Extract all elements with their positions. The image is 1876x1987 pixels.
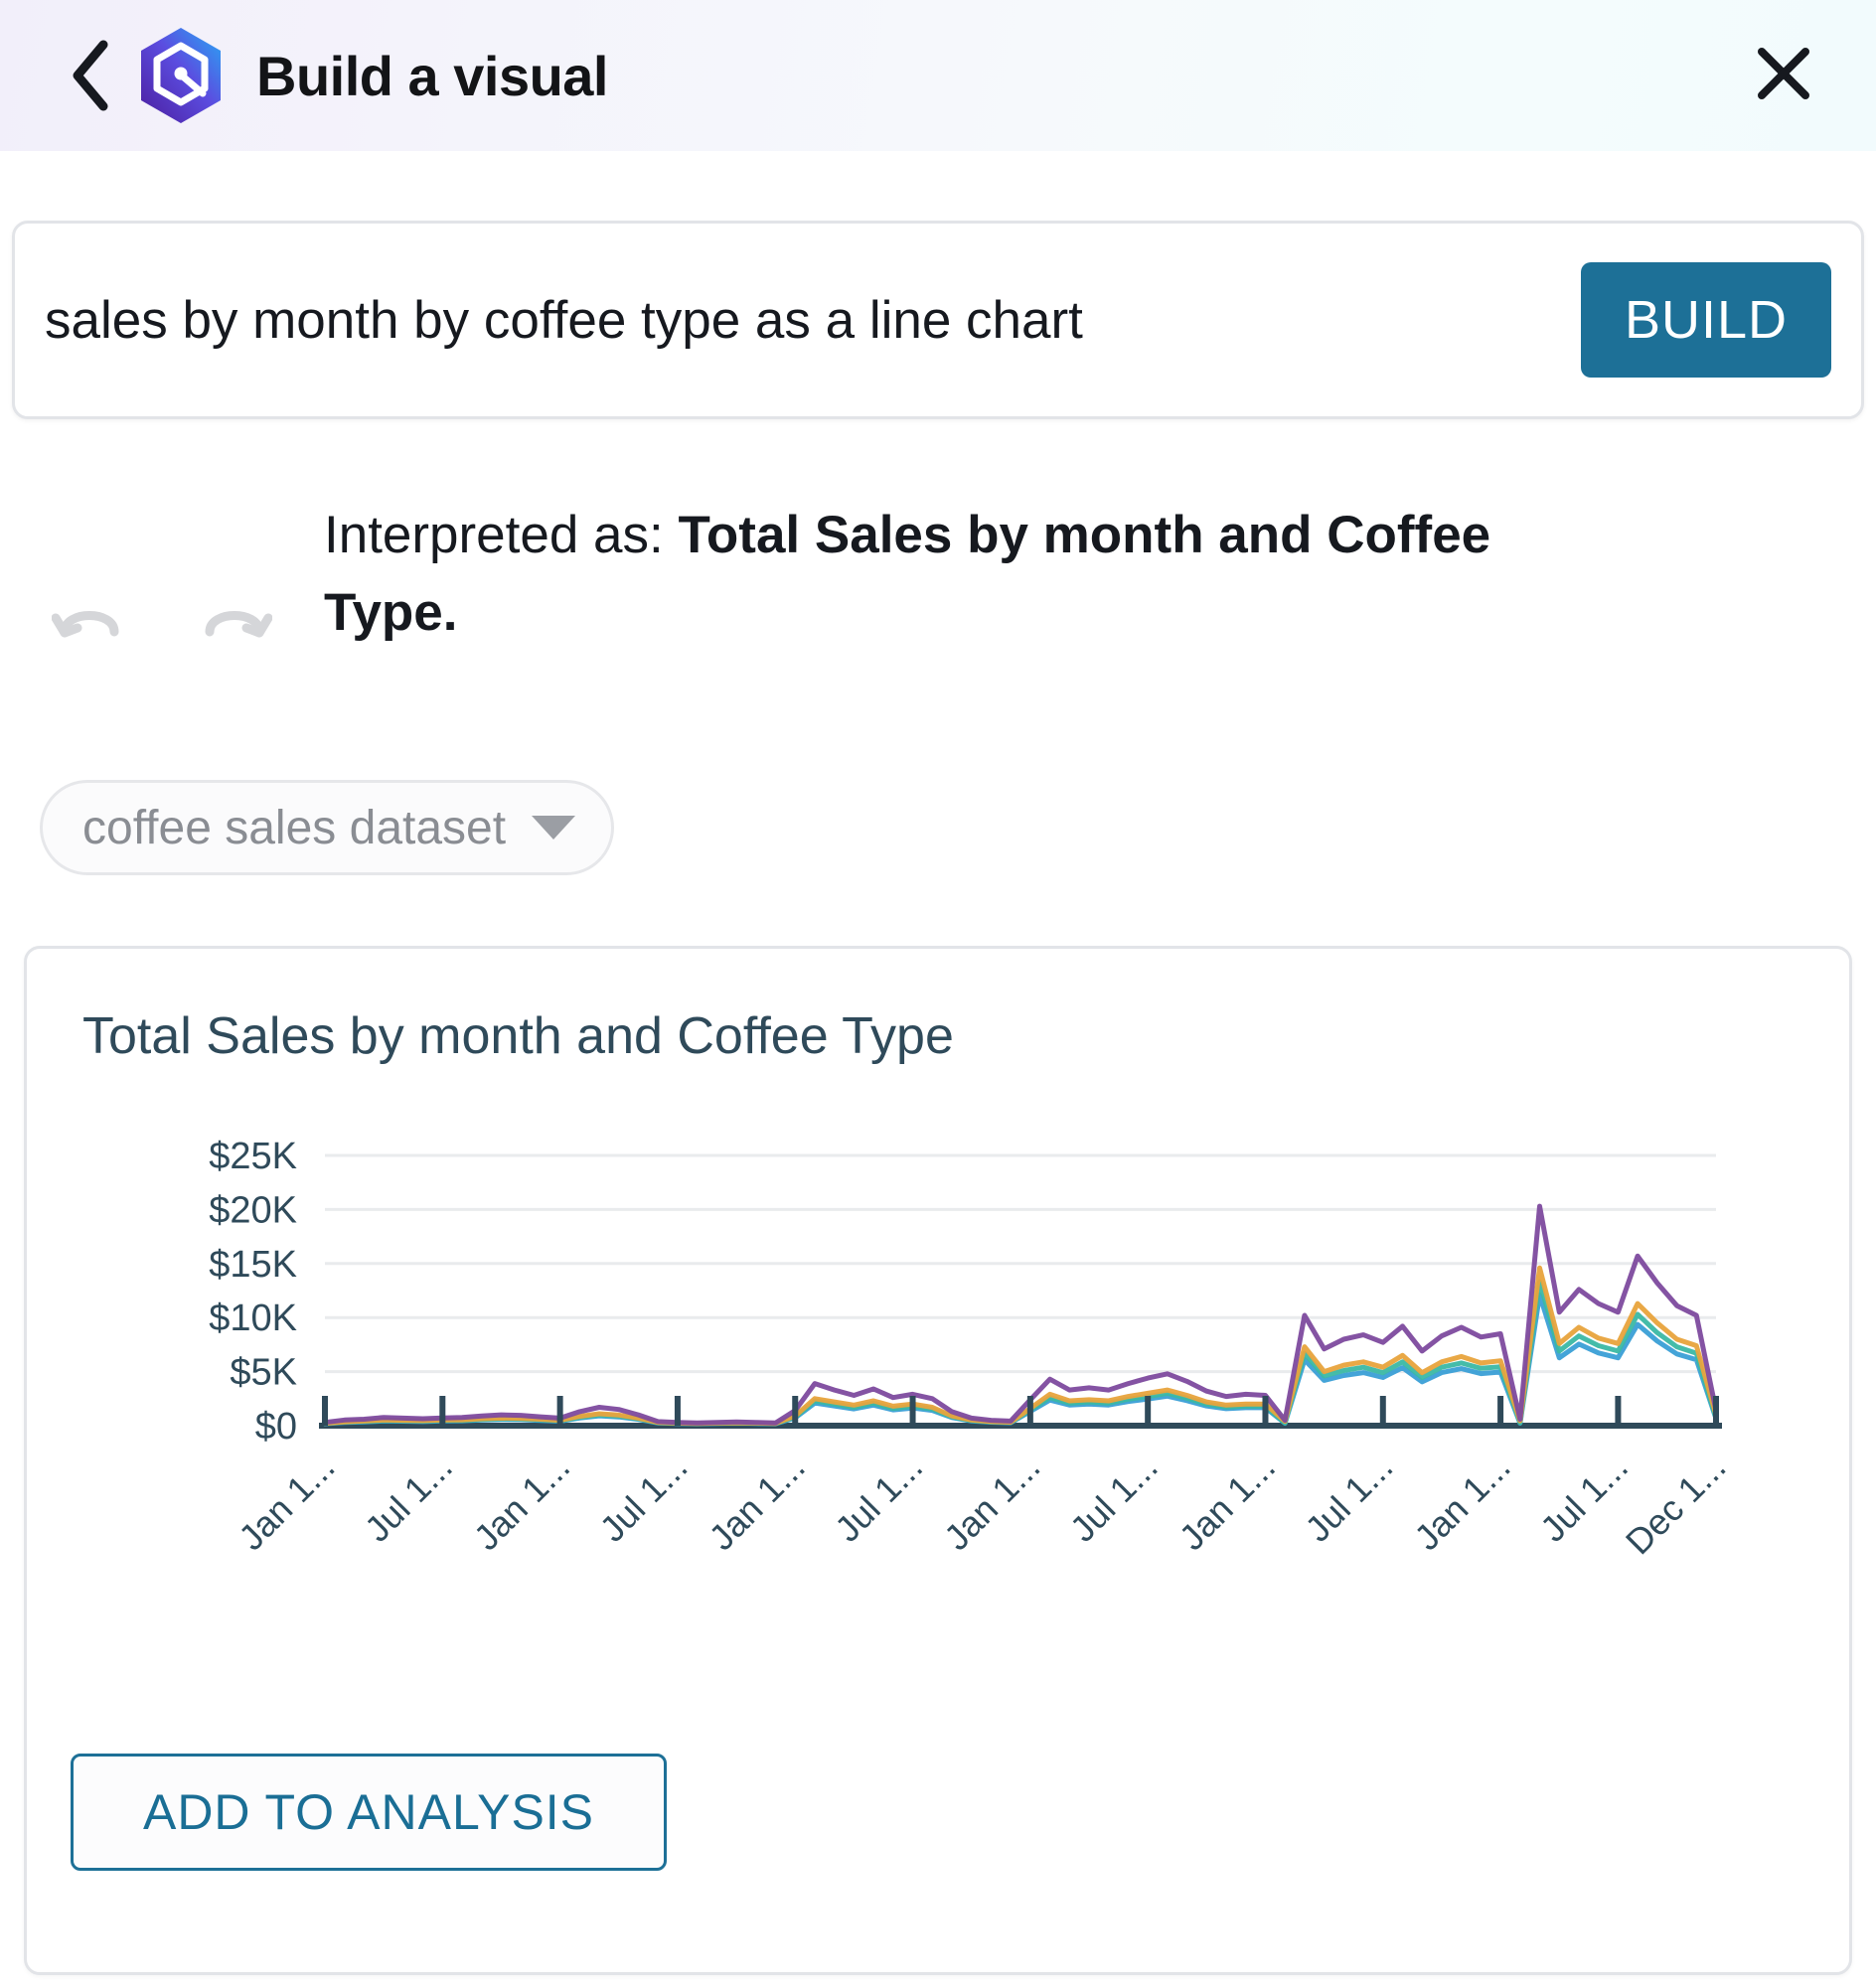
svg-text:$10K: $10K	[209, 1298, 297, 1339]
svg-text:Jan 1...: Jan 1...	[1406, 1447, 1517, 1558]
chevron-left-icon	[68, 39, 113, 112]
close-icon	[1753, 43, 1814, 109]
redo-arrow-icon	[197, 611, 273, 654]
svg-text:Jan 1...: Jan 1...	[1172, 1447, 1283, 1558]
interpretation-text: Interpreted as: Total Sales by month and…	[324, 497, 1636, 653]
build-button[interactable]: BUILD	[1580, 262, 1831, 378]
svg-text:Jul 1...: Jul 1...	[592, 1447, 696, 1550]
svg-text:$5K: $5K	[230, 1352, 297, 1394]
add-to-analysis-button[interactable]: ADD TO ANALYSIS	[71, 1754, 667, 1871]
redo-button[interactable]	[197, 588, 273, 650]
svg-text:$25K: $25K	[209, 1136, 297, 1177]
svg-text:Jan 1...: Jan 1...	[936, 1447, 1047, 1558]
svg-text:Jan 1...: Jan 1...	[701, 1447, 812, 1558]
svg-text:Dec 1...: Dec 1...	[1618, 1447, 1734, 1563]
svg-text:Jan 1...: Jan 1...	[231, 1447, 342, 1558]
interpretation-prefix: Interpreted as:	[324, 506, 679, 564]
interpretation-row: Interpreted as: Total Sales by month and…	[0, 497, 1876, 653]
undo-button[interactable]	[51, 588, 127, 650]
history-buttons	[0, 497, 273, 650]
line-chart[interactable]: $0 $5K $10K $15K $20K $25K Jan 1... Jul 1... Jan…	[27, 1128, 1855, 1724]
chevron-down-icon	[532, 816, 576, 840]
svg-text:$15K: $15K	[209, 1244, 297, 1286]
svg-text:$20K: $20K	[209, 1189, 297, 1231]
header-left-group: Build a visual	[56, 28, 609, 123]
amazon-q-logo-icon	[135, 28, 227, 123]
svg-text:Jan 1...: Jan 1...	[466, 1447, 577, 1558]
undo-arrow-icon	[51, 611, 127, 654]
svg-text:Jul 1...: Jul 1...	[1062, 1447, 1166, 1550]
back-button[interactable]	[56, 39, 125, 112]
visual-title: Total Sales by month and Coffee Type	[82, 1007, 954, 1065]
close-button[interactable]	[1747, 39, 1820, 112]
query-input[interactable]	[15, 289, 1581, 351]
dataset-selector[interactable]: coffee sales dataset	[40, 780, 615, 875]
chart-svg: $0$5K$10K$15K$20K$25KJan 1... Jul 1... Jan…	[209, 1136, 1734, 1563]
svg-text:$0: $0	[255, 1406, 297, 1448]
dataset-name-label: coffee sales dataset	[82, 801, 507, 854]
svg-text:Jul 1...: Jul 1...	[357, 1447, 460, 1550]
page-title: Build a visual	[256, 44, 609, 107]
svg-text:Jul 1...: Jul 1...	[827, 1447, 930, 1550]
dialog-header: Build a visual	[0, 0, 1876, 151]
query-bar: BUILD	[12, 221, 1864, 419]
svg-text:Jul 1...: Jul 1...	[1297, 1447, 1400, 1550]
visual-preview-card: Total Sales by month and Coffee Type $0 $…	[24, 946, 1852, 1975]
